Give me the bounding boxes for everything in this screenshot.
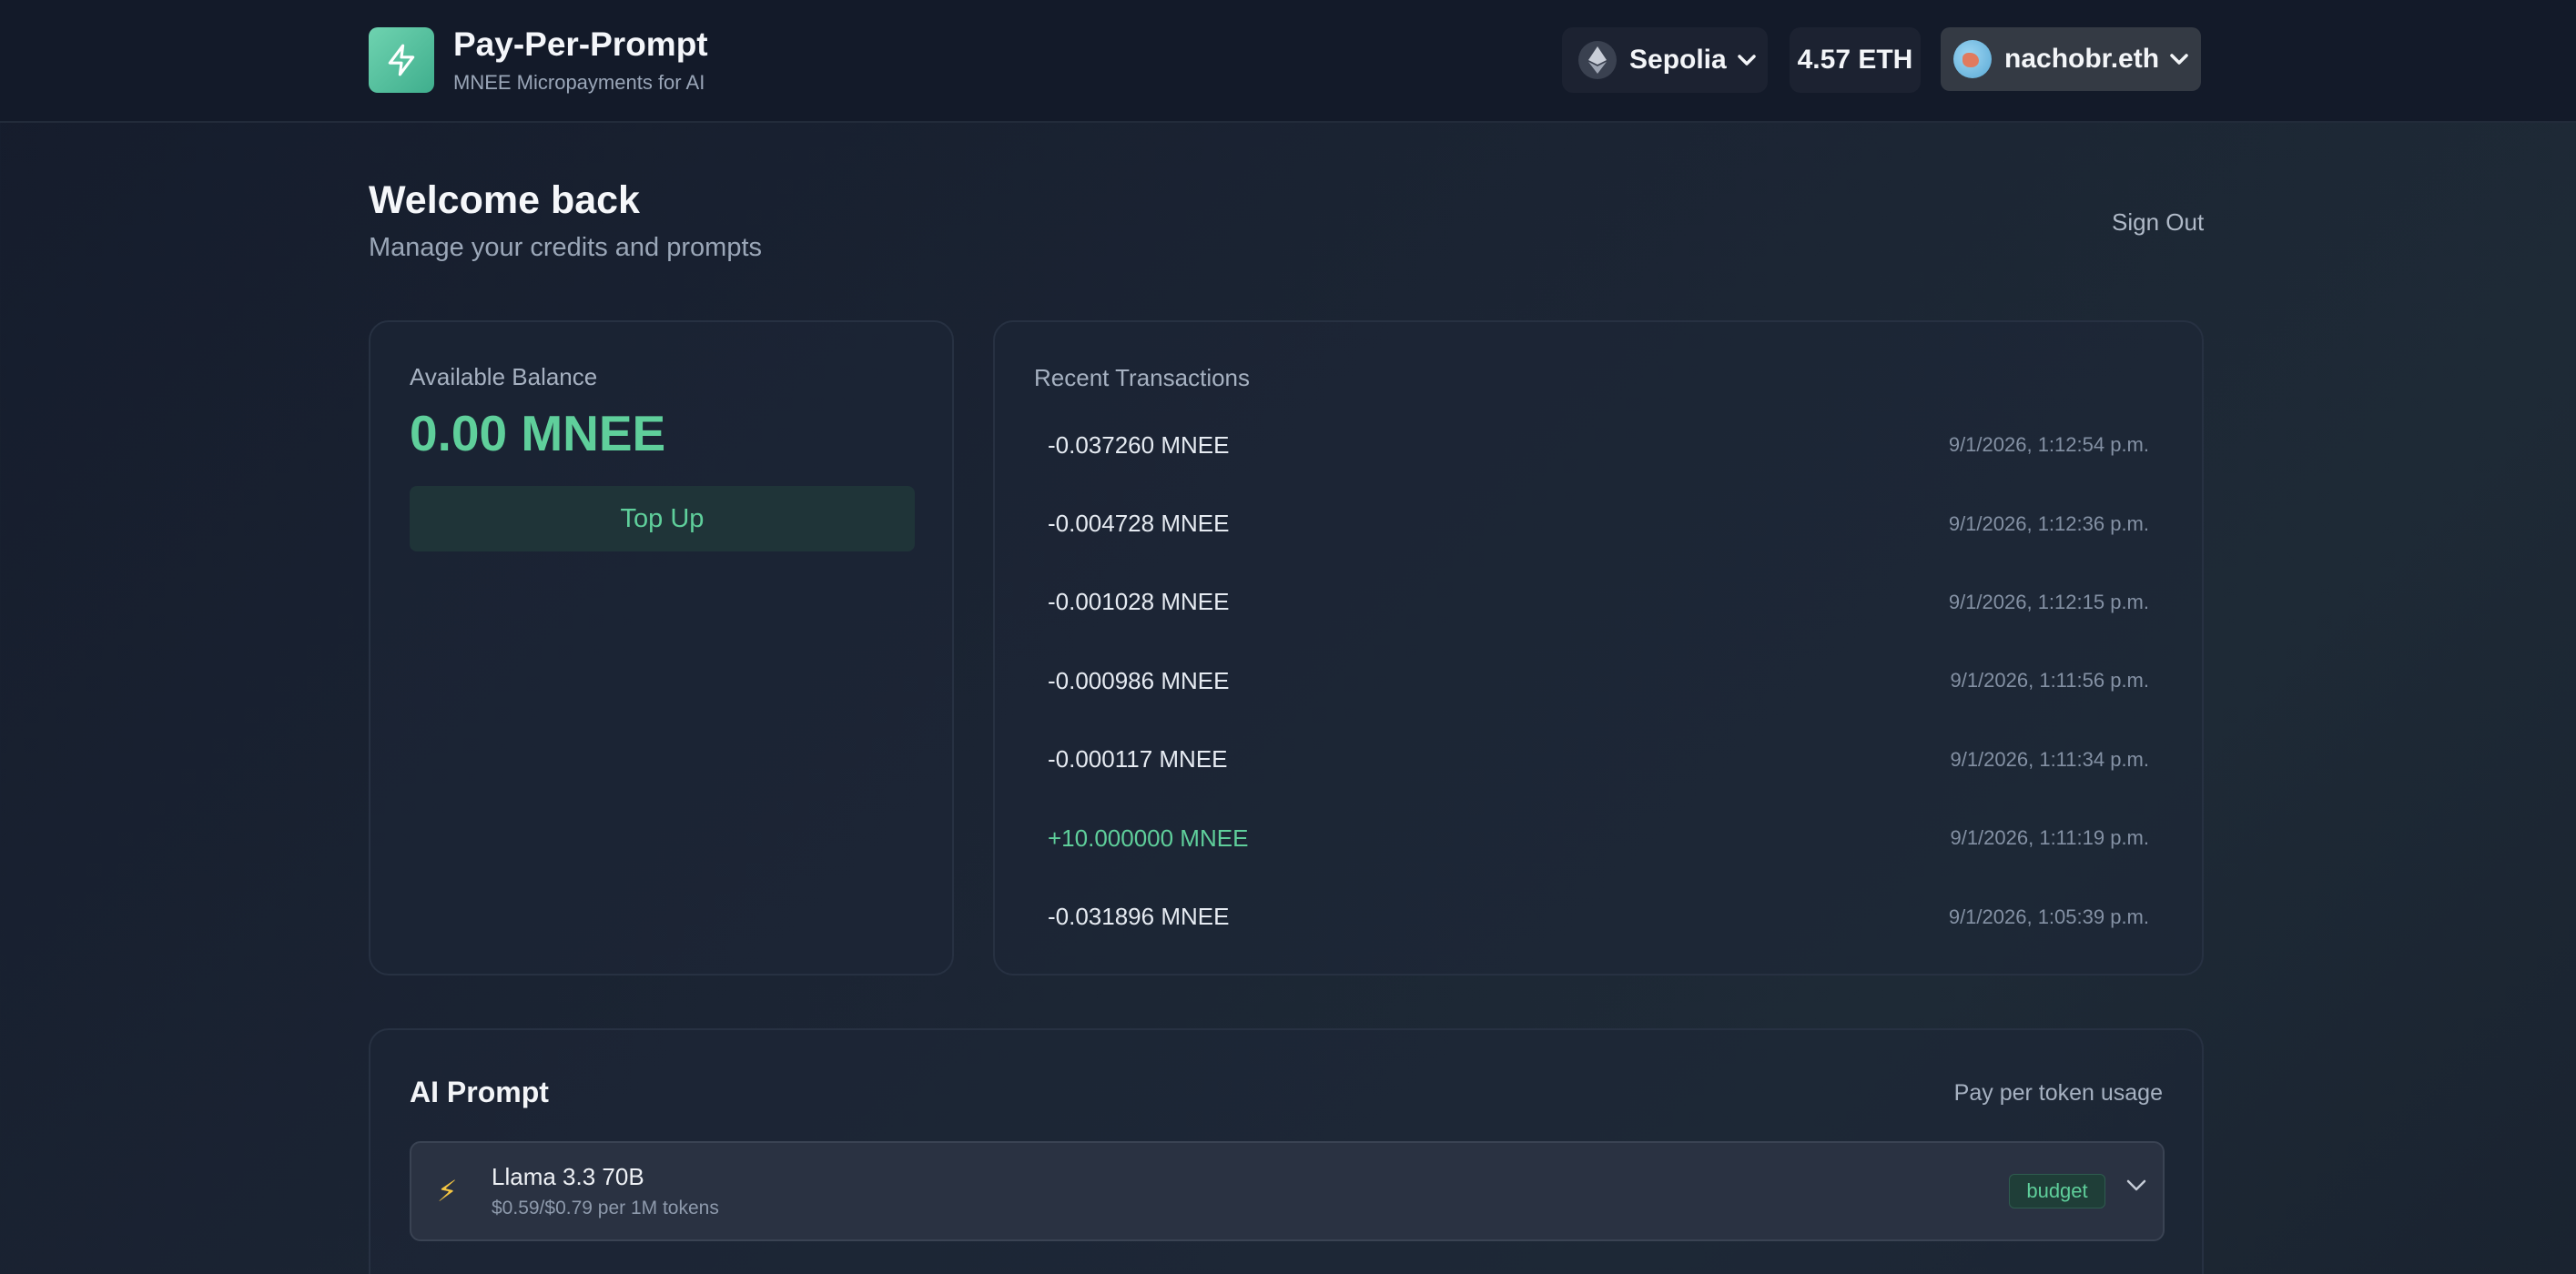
- page-subtitle: Manage your credits and prompts: [369, 233, 762, 262]
- balance-card: Available Balance 0.00 MNEE Top Up: [369, 320, 954, 976]
- transactions-card: Recent Transactions -0.037260 MNEE 9/1/2…: [993, 320, 2204, 976]
- ai-prompt-title: AI Prompt: [410, 1076, 549, 1108]
- eth-balance: 4.57 ETH: [1797, 45, 1913, 75]
- lightning-icon: [388, 44, 415, 76]
- app-title: Pay-Per-Prompt: [453, 25, 708, 63]
- page-title: Welcome back: [369, 178, 640, 222]
- account-name: nachobr.eth: [2004, 44, 2160, 74]
- transaction-row: -0.001028 MNEE 9/1/2026, 1:12:15 p.m.: [1034, 563, 2163, 642]
- app-logo[interactable]: [369, 27, 434, 93]
- pricing-note: Pay per token usage: [1953, 1080, 2163, 1106]
- transaction-time: 9/1/2026, 1:12:36 p.m.: [1948, 511, 2149, 535]
- network-selector-button[interactable]: Sepolia: [1562, 27, 1768, 93]
- model-selector[interactable]: ⚡ Llama 3.3 70B $0.59/$0.79 per 1M token…: [410, 1141, 2165, 1241]
- transactions-list: -0.037260 MNEE 9/1/2026, 1:12:54 p.m. -0…: [1034, 406, 2163, 956]
- transaction-row: -0.000117 MNEE 9/1/2026, 1:11:34 p.m.: [1034, 721, 2163, 799]
- account-button[interactable]: nachobr.eth: [1941, 27, 2201, 91]
- transaction-amount: -0.031896 MNEE: [1048, 903, 1230, 931]
- balance-label: Available Balance: [410, 363, 598, 390]
- balance-value: 0.00 MNEE: [410, 405, 666, 461]
- transaction-time: 9/1/2026, 1:05:39 p.m.: [1948, 905, 2149, 928]
- transaction-amount: -0.037260 MNEE: [1048, 430, 1230, 459]
- transaction-time: 9/1/2026, 1:11:34 p.m.: [1950, 747, 2149, 771]
- transaction-time: 9/1/2026, 1:11:56 p.m.: [1950, 669, 2149, 693]
- ai-prompt-card: AI Prompt Pay per token usage ⚡ Llama 3.…: [369, 1028, 2204, 1274]
- ethereum-icon: [1578, 41, 1617, 79]
- transaction-amount: -0.000117 MNEE: [1048, 745, 1228, 774]
- transaction-amount: -0.000986 MNEE: [1048, 666, 1230, 694]
- transaction-amount: +10.000000 MNEE: [1048, 824, 1249, 852]
- eth-balance-button[interactable]: 4.57 ETH: [1790, 27, 1921, 93]
- model-tier-badge: budget: [2009, 1174, 2105, 1208]
- transaction-row: -0.037260 MNEE 9/1/2026, 1:12:54 p.m.: [1034, 406, 2163, 484]
- transaction-row: -0.031896 MNEE 9/1/2026, 1:05:39 p.m.: [1034, 877, 2163, 956]
- sign-out-link[interactable]: Sign Out: [2112, 208, 2204, 237]
- network-label: Sepolia: [1629, 45, 1727, 75]
- transaction-row: -0.004728 MNEE 9/1/2026, 1:12:36 p.m.: [1034, 484, 2163, 562]
- avatar: [1953, 40, 1992, 78]
- transaction-row: -0.000986 MNEE 9/1/2026, 1:11:56 p.m.: [1034, 642, 2163, 720]
- transaction-time: 9/1/2026, 1:12:15 p.m.: [1948, 590, 2149, 613]
- lightning-icon: ⚡: [437, 1175, 458, 1208]
- top-header: Pay-Per-Prompt MNEE Micropayments for AI…: [0, 0, 2576, 123]
- model-name: Llama 3.3 70B: [492, 1163, 644, 1190]
- transactions-title: Recent Transactions: [1034, 364, 1251, 391]
- top-up-button[interactable]: Top Up: [410, 486, 915, 551]
- transaction-amount: -0.004728 MNEE: [1048, 510, 1230, 538]
- transaction-time: 9/1/2026, 1:11:19 p.m.: [1950, 826, 2149, 850]
- app-subtitle: MNEE Micropayments for AI: [453, 71, 705, 94]
- model-price: $0.59/$0.79 per 1M tokens: [492, 1198, 719, 1218]
- chevron-down-icon: [2125, 1178, 2148, 1198]
- transaction-time: 9/1/2026, 1:12:54 p.m.: [1948, 433, 2149, 457]
- transaction-row: +10.000000 MNEE 9/1/2026, 1:11:19 p.m.: [1034, 799, 2163, 877]
- transaction-amount: -0.001028 MNEE: [1048, 588, 1230, 616]
- chevron-down-icon: [2168, 52, 2190, 66]
- chevron-down-icon: [1736, 53, 1758, 67]
